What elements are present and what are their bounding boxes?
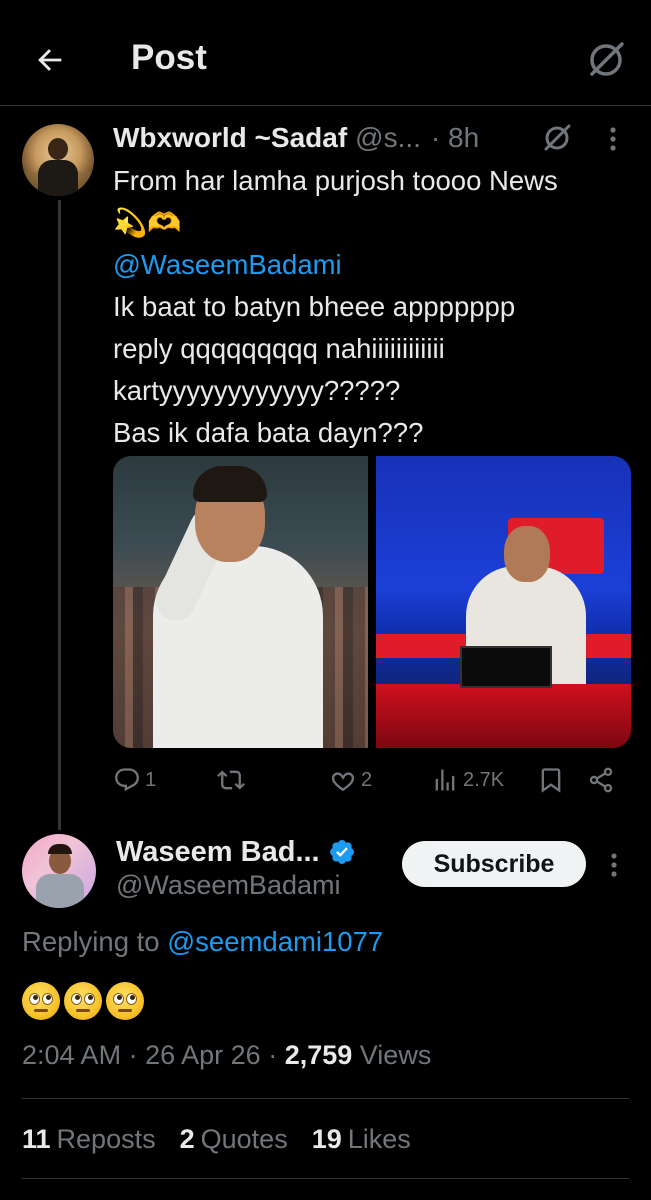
bookmark-icon: [541, 768, 561, 793]
share-button[interactable]: [587, 760, 615, 800]
tweet-text-line: kartyyyyyyyyyyyy?????: [113, 375, 401, 406]
parent-tweet-header: Wbxworld ~Sadaf @s... · 8h: [113, 120, 479, 156]
author-name[interactable]: Wbxworld ~Sadaf: [113, 122, 347, 154]
eye-roll-emoji-icon: [64, 982, 102, 1020]
bookmark-button[interactable]: [537, 760, 565, 800]
tweet-text-line: Bas ik dafa bata dayn???: [113, 417, 424, 448]
reposts-stat[interactable]: 11 Reposts: [22, 1124, 156, 1155]
like-button[interactable]: 2: [329, 760, 372, 800]
arrow-left-icon: [38, 49, 62, 71]
grok-icon[interactable]: [540, 120, 574, 154]
views-count: 2.7K: [463, 768, 505, 791]
tweet-time[interactable]: · 8h: [431, 122, 479, 154]
heart-icon: [331, 772, 355, 792]
divider: [22, 1098, 629, 1099]
tweet-actions: 1 2 2.7K: [113, 760, 633, 800]
main-tweet-author-row: Waseem Bad...: [116, 832, 356, 872]
thread-connector-line: [58, 200, 61, 830]
tweet-text-line: From har lamha purjosh toooo News: [113, 165, 558, 196]
page-title: Post: [131, 38, 207, 77]
more-options-icon[interactable]: [604, 848, 624, 882]
subscribe-button[interactable]: Subscribe: [402, 841, 586, 887]
views-count: 2,759: [284, 1040, 353, 1070]
reply-button[interactable]: 1: [113, 760, 156, 800]
eye-roll-emoji-icon: [106, 982, 144, 1020]
reply-icon: [115, 768, 139, 792]
mention-link[interactable]: @WaseemBadami: [113, 244, 633, 286]
tweet-emoji-line: 💫🫶: [113, 207, 182, 238]
tweet-date[interactable]: 26 Apr 26: [145, 1040, 261, 1070]
grok-icon[interactable]: [584, 36, 628, 80]
avatar[interactable]: [22, 124, 94, 196]
parent-tweet-text: From har lamha purjosh toooo News 💫🫶 @Wa…: [113, 160, 633, 454]
eye-roll-emoji-icon: [22, 982, 60, 1020]
repost-button[interactable]: [217, 760, 249, 800]
repost-icon: [217, 770, 245, 790]
tweet-text-line: Ik baat to batyn bheee appppppp: [113, 291, 516, 322]
reposts-label: Reposts: [56, 1124, 156, 1154]
reposts-count: 11: [22, 1124, 51, 1154]
tweet-text-line: reply qqqqqqqqq nahiiiiiiiiiiii: [113, 333, 445, 364]
like-count: 2: [361, 768, 373, 791]
tweet-time[interactable]: 2:04 AM: [22, 1040, 121, 1070]
avatar[interactable]: [22, 834, 96, 908]
top-bar: Post: [0, 0, 651, 106]
quotes-stat[interactable]: 2 Quotes: [180, 1124, 288, 1155]
divider: [22, 1178, 629, 1179]
quotes-count: 2: [179, 1124, 195, 1154]
media-grid: [113, 456, 631, 748]
views-label: Views: [359, 1040, 432, 1070]
author-handle[interactable]: @s...: [355, 122, 421, 154]
likes-stat[interactable]: 19 Likes: [312, 1124, 411, 1155]
reply-count: 1: [145, 768, 157, 791]
media-photo-2[interactable]: [376, 456, 631, 748]
more-options-icon[interactable]: [603, 122, 623, 156]
quotes-label: Quotes: [200, 1124, 288, 1154]
replying-to: Replying to @seemdami1077: [22, 926, 383, 958]
views-button[interactable]: 2.7K: [431, 760, 504, 800]
bar-chart-icon: [435, 769, 455, 791]
author-handle[interactable]: @WaseemBadami: [116, 870, 340, 901]
verified-badge-icon: [329, 840, 354, 864]
replying-to-mention[interactable]: @seemdami1077: [167, 926, 383, 957]
back-button[interactable]: [28, 38, 72, 82]
likes-label: Likes: [347, 1124, 411, 1154]
tweet-text: [22, 982, 144, 1020]
share-icon: [589, 767, 613, 793]
author-name[interactable]: Waseem Bad...: [116, 836, 320, 869]
likes-count: 19: [311, 1124, 342, 1154]
engagement-stats: 11 Reposts 2 Quotes 19 Likes: [22, 1124, 411, 1155]
tweet-meta: 2:04 AM · 26 Apr 26 · 2,759 Views: [22, 1040, 432, 1070]
replying-prefix: Replying to: [22, 926, 168, 957]
media-photo-1[interactable]: [113, 456, 368, 748]
